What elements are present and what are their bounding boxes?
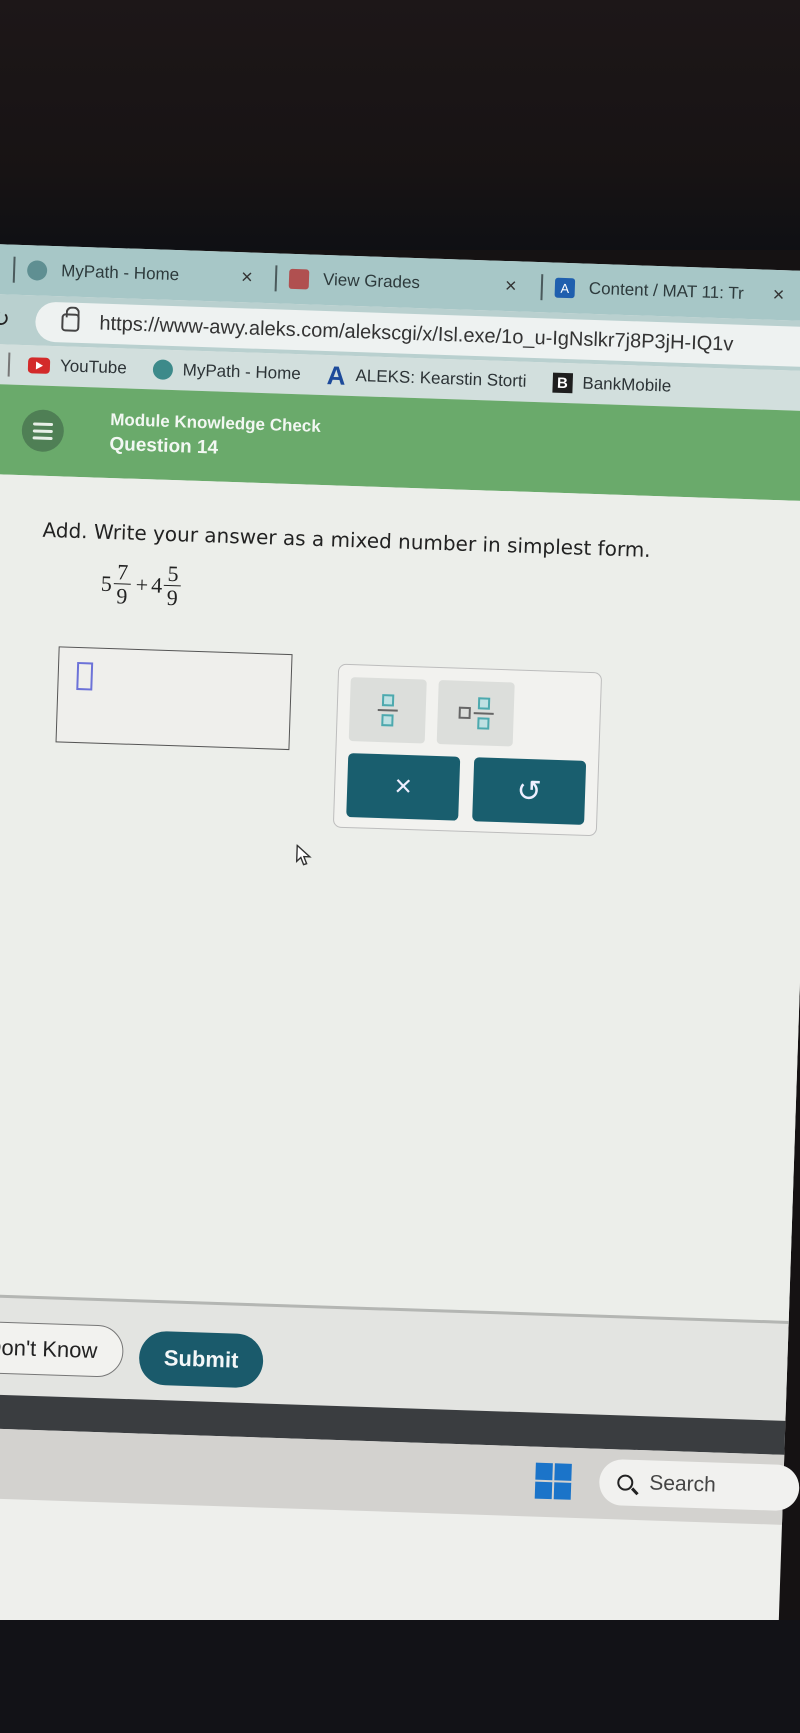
search-icon [617, 1474, 634, 1491]
close-tab-icon[interactable]: × [772, 283, 784, 306]
question-prompt: Add. Write your answer as a mixed number… [42, 517, 652, 562]
whole-2: 4 [150, 572, 163, 598]
undo-icon: ↺ [516, 774, 543, 808]
bookmark-youtube[interactable]: YouTube [27, 355, 127, 378]
mixed-number-button[interactable] [436, 679, 515, 747]
mypath-icon [26, 260, 48, 281]
monitor-bezel-bottom [0, 1620, 800, 1733]
monitor-bezel-top [0, 0, 800, 250]
plus-operator: + [135, 571, 149, 597]
taskbar-search-label: Search [648, 1471, 717, 1497]
tab-label: MyPath - Home [60, 261, 180, 285]
question-number: Question 14 [109, 433, 219, 459]
taskbar-search[interactable]: Search [598, 1458, 800, 1512]
tab-aleks-content[interactable]: A Content / MAT 11: Tr × [540, 272, 800, 311]
mypath-icon [152, 359, 174, 380]
mixed-number-icon [458, 697, 494, 730]
hamburger-icon [33, 421, 54, 426]
screen: MyPath - Home × View Grades × A Content … [0, 244, 800, 1671]
question-area: Add. Write your answer as a mixed number… [0, 473, 800, 1321]
tab-mypath-home[interactable]: MyPath - Home × [12, 255, 264, 293]
close-tab-icon[interactable]: × [505, 274, 517, 297]
tab-label: Content / MAT 11: Tr [588, 278, 745, 303]
aleks-icon: A [326, 359, 347, 391]
grades-icon [288, 268, 310, 290]
youtube-icon [27, 357, 51, 374]
module-title: Module Knowledge Check [109, 409, 322, 436]
fraction-icon [377, 694, 398, 727]
answer-input[interactable] [55, 646, 293, 751]
bookmark-mypath-home[interactable]: MyPath - Home [152, 359, 301, 384]
math-expression: 5 7 9 + 4 5 9 [100, 559, 184, 610]
url-text[interactable]: https://www-awy.aleks.com/alekscgi/x/Isl… [99, 312, 734, 356]
windows-start-icon[interactable] [534, 1462, 572, 1500]
clear-button[interactable]: × [346, 753, 461, 821]
tab-view-grades[interactable]: View Grades × [274, 263, 526, 301]
lock-icon[interactable] [61, 313, 80, 332]
submit-button[interactable]: Submit [138, 1330, 264, 1389]
tab-label: View Grades [322, 269, 421, 293]
fraction-2: 5 9 [163, 561, 182, 610]
undo-button[interactable]: ↺ [472, 757, 587, 825]
input-slot[interactable] [76, 661, 94, 691]
fraction-button[interactable] [348, 677, 427, 744]
i-dont-know-button[interactable]: I Don't Know [0, 1320, 125, 1378]
fraction-1: 7 9 [113, 559, 132, 609]
whole-1: 5 [100, 570, 113, 596]
math-keypad: × ↺ [332, 663, 603, 837]
close-tab-icon[interactable]: × [241, 266, 253, 289]
mouse-cursor-icon [295, 844, 312, 866]
aleks-icon: A [554, 277, 576, 299]
bankmobile-icon: B [552, 372, 573, 394]
close-icon: × [393, 769, 413, 804]
menu-button[interactable] [21, 409, 65, 453]
bookmark-bankmobile[interactable]: B BankMobile [552, 372, 672, 397]
bookmark-aleks[interactable]: A ALEKS: Kearstin Storti [326, 360, 527, 398]
refresh-icon[interactable]: ↻ [0, 306, 10, 333]
